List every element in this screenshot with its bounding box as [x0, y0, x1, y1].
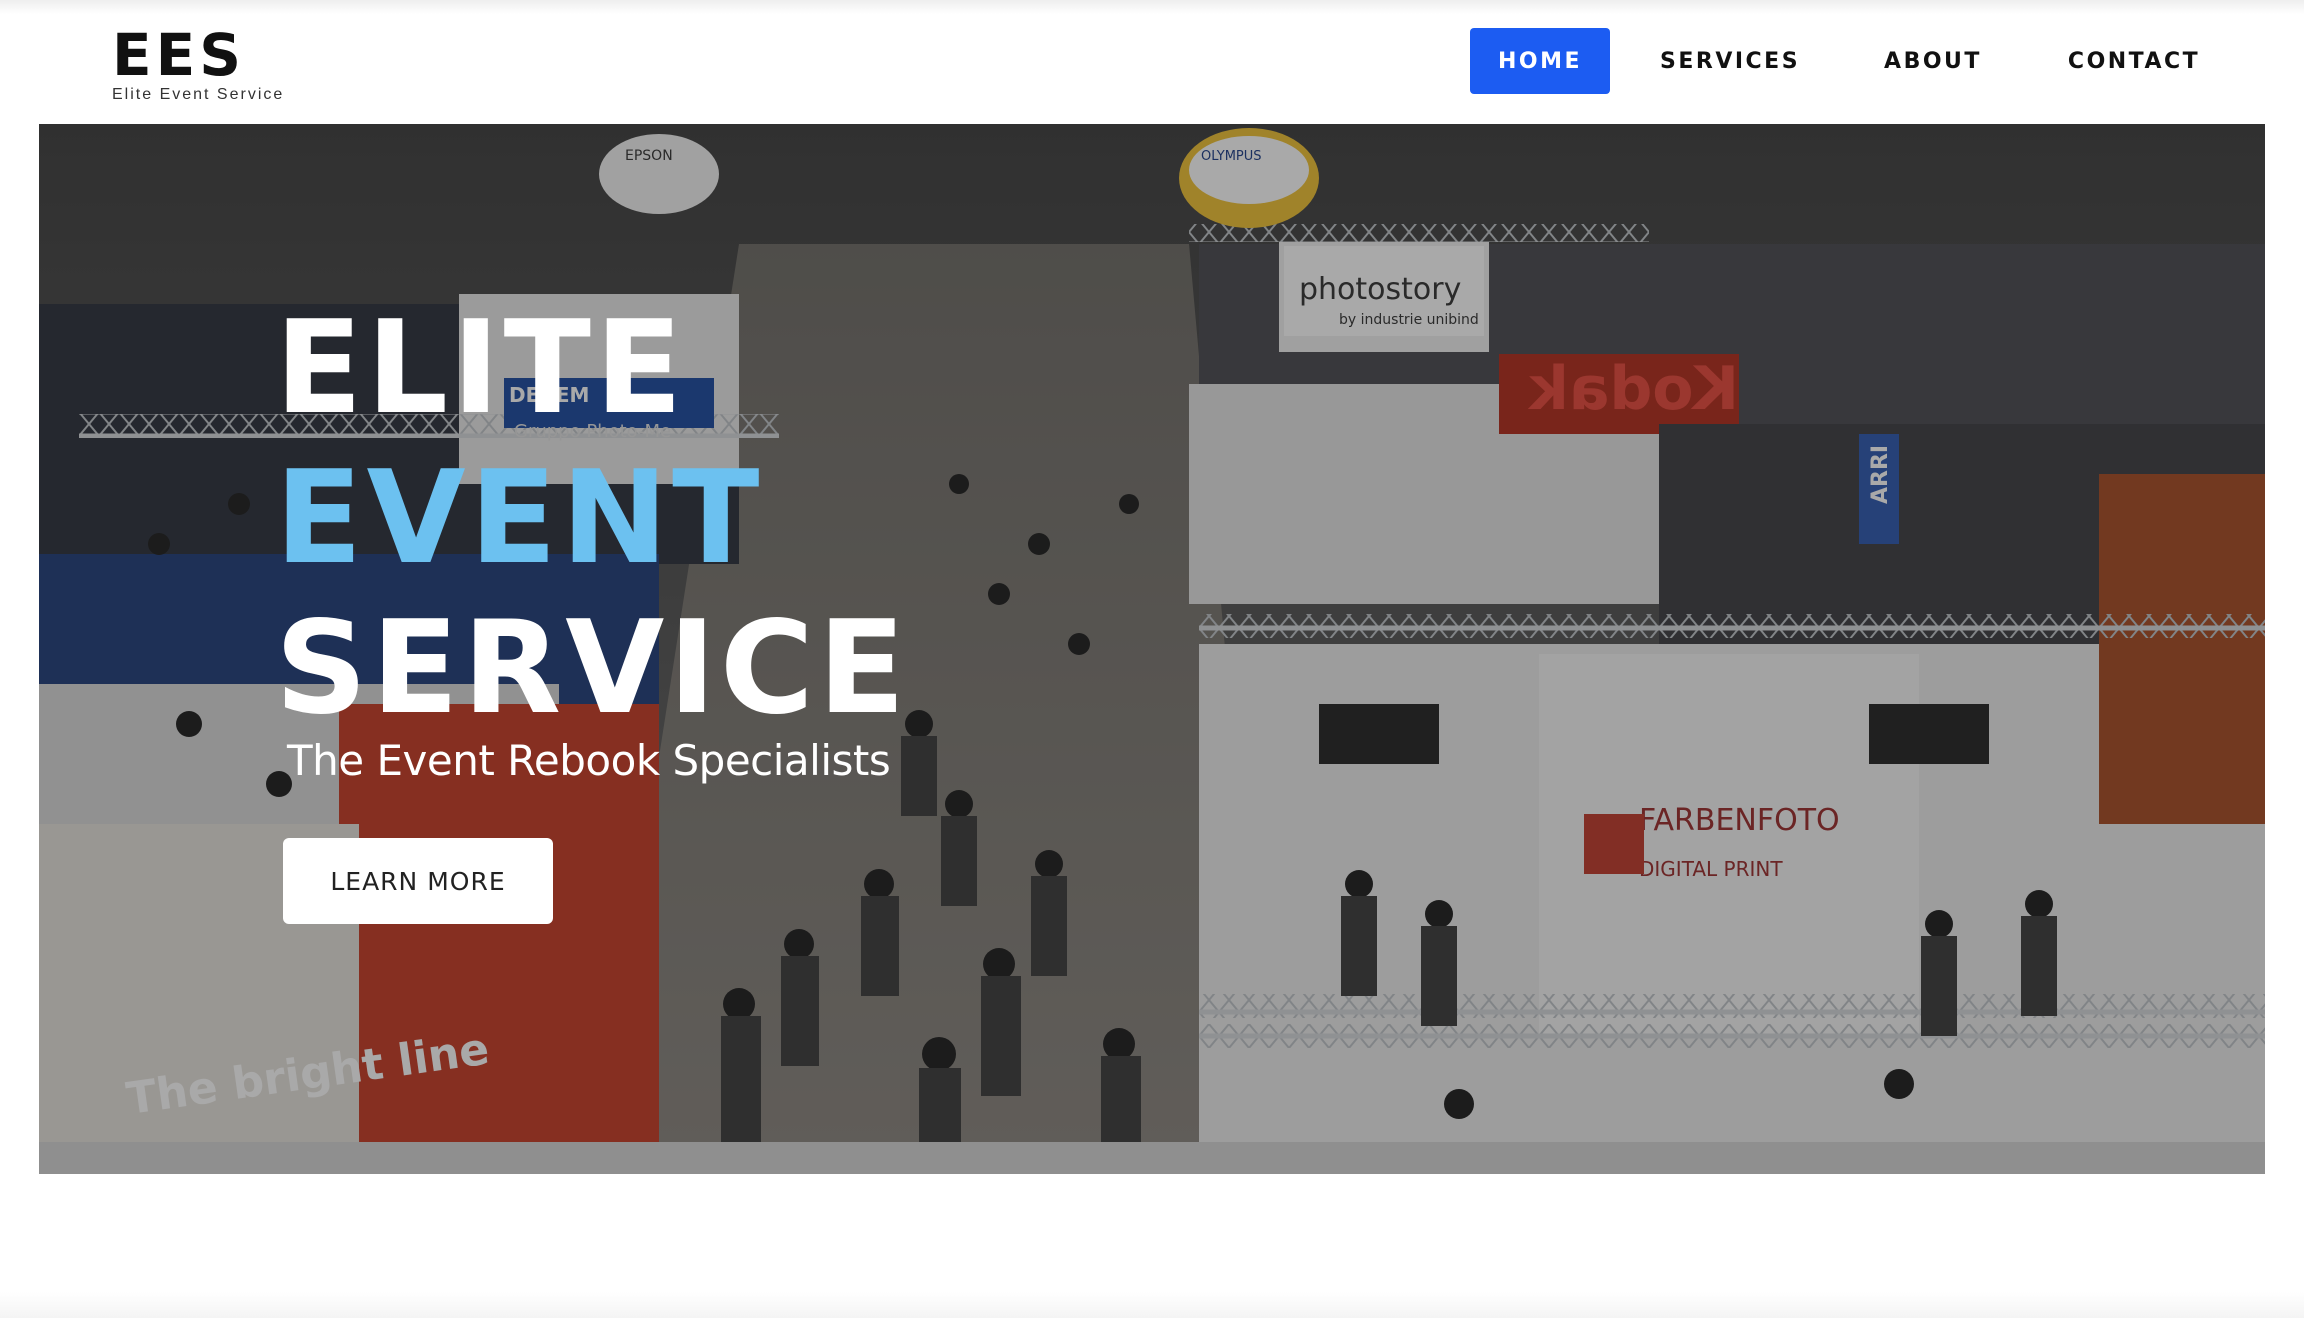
hero-title-service: SERVICE	[275, 594, 910, 743]
hero-title-elite: ELITE	[275, 294, 687, 443]
site-header: EES Elite Event Service HOME SERVICES AB…	[0, 0, 2304, 124]
hero-bottom-strip	[39, 1142, 2265, 1174]
page: EES Elite Event Service HOME SERVICES AB…	[0, 0, 2304, 1318]
logo-tagline: Elite Event Service	[112, 86, 285, 103]
nav-home[interactable]: HOME	[1470, 28, 1610, 94]
page-footer-band	[0, 1292, 2304, 1318]
hero-subtitle: The Event Rebook Specialists	[287, 736, 891, 785]
nav-contact[interactable]: CONTACT	[2068, 28, 2200, 94]
nav-services[interactable]: SERVICES	[1660, 28, 1800, 94]
hero-title-event: EVENT	[275, 444, 764, 593]
learn-more-button[interactable]: LEARN MORE	[283, 838, 553, 924]
hero-banner: photostory by industrie unibind Kodak EP…	[39, 124, 2265, 1174]
main-nav: HOME SERVICES ABOUT CONTACT	[1470, 28, 2200, 94]
site-logo[interactable]: EES Elite Event Service	[112, 26, 284, 104]
logo-mark: EES	[112, 21, 246, 89]
nav-about[interactable]: ABOUT	[1884, 28, 1982, 94]
hero-title: ELITE EVENT SERVICE	[275, 294, 909, 744]
